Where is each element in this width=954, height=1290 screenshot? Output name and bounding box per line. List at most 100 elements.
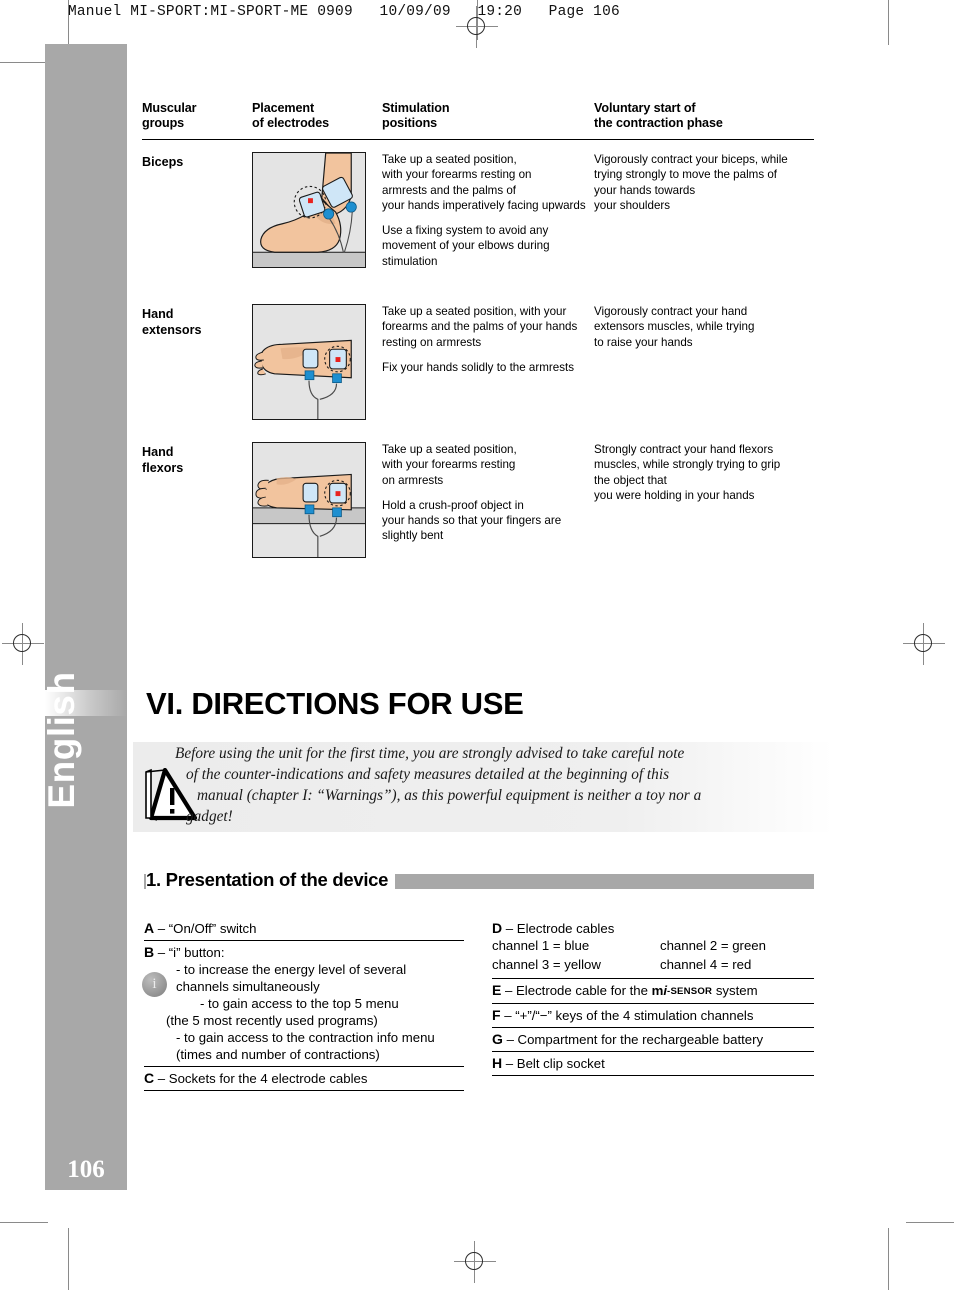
legend-item-a: A – “On/Off” switch — [144, 920, 464, 941]
legend-item-c: C – Sockets for the 4 electrode cables — [144, 1067, 464, 1091]
muscle-group-name: Biceps — [142, 155, 247, 171]
channel-3-color: channel 3 = yellow — [492, 957, 601, 972]
text-line: Take up a seated position, — [382, 443, 517, 456]
header-line: positions — [382, 115, 438, 130]
registration-mark-left — [2, 623, 44, 665]
voluntary-start-cell: Vigorously contract your hand extensors … — [594, 304, 814, 350]
table-row: Biceps Take up a seated position, with y… — [142, 149, 814, 301]
language-label: English — [41, 671, 82, 809]
warning-line: gadget! — [186, 808, 233, 825]
page-number: 106 — [67, 1156, 105, 1183]
legend-text: – Electrode cable for the — [505, 983, 652, 998]
header-line: the contraction phase — [594, 115, 723, 130]
language-side-band — [45, 44, 127, 1190]
legend-subline: - to increase the energy level of severa… — [176, 962, 407, 977]
text-line: your shoulders — [594, 198, 671, 212]
text-line: muscles, while strongly trying to grip — [594, 458, 781, 472]
text-line: Take up a seated position, with your — [382, 305, 567, 318]
hand-flexors-electrode-placement-illustration — [252, 442, 366, 558]
paragraph: Strongly contract your hand flexors musc… — [594, 442, 814, 503]
text-line: the object that — [594, 473, 667, 487]
info-button-icon — [142, 972, 167, 997]
legend-subline: channels simultaneously — [176, 979, 320, 994]
legend-text: – Sockets for the 4 electrode cables — [157, 1071, 368, 1086]
legend-text: system — [712, 983, 758, 998]
text-line: your hands imperatively facing upwards — [382, 198, 586, 212]
table-row: Hand flexors Take up a seated position, … — [142, 439, 814, 569]
text-line: your hands so that your fingers are — [382, 514, 562, 528]
table-row: Hand extensors Take up a seated position… — [142, 301, 814, 439]
legend-letter: H — [492, 1055, 503, 1071]
registration-mark-bottom — [454, 1241, 496, 1283]
mi-sensor-brand: mi-SENSOR — [652, 983, 713, 998]
group-line: Biceps — [142, 155, 184, 169]
legend-subline: - to gain access to the contraction info… — [176, 1030, 435, 1045]
crop-line-right-lower-vertical — [888, 1228, 890, 1290]
text-line: movement of your elbows during — [382, 239, 550, 253]
legend-subline: - to gain access to the top 5 menu — [200, 996, 399, 1011]
paragraph: Use a fixing system to avoid any movemen… — [382, 223, 600, 269]
header-line: of electrodes — [252, 115, 330, 130]
group-line: extensors — [142, 322, 202, 337]
crop-line-right-lower-horizontal — [906, 1222, 954, 1224]
legend-letter: D — [492, 920, 503, 936]
voluntary-start-cell: Strongly contract your hand flexors musc… — [594, 442, 814, 503]
page-canvas: Manuel MI-SPORT:MI-SPORT-ME 0909 10/09/0… — [0, 0, 954, 1290]
legend-item-b-details: - to increase the energy level of severa… — [144, 961, 464, 1063]
channel-1-color: channel 1 = blue — [492, 938, 590, 953]
printer-slug-line: Manuel MI-SPORT:MI-SPORT-ME 0909 10/09/0… — [68, 4, 620, 20]
paragraph: Take up a seated position, with your for… — [382, 304, 600, 350]
muscle-group-name: Hand flexors — [142, 445, 247, 476]
paragraph: Vigorously contract your hand extensors … — [594, 304, 814, 350]
text-line: trying strongly to move the palms of — [594, 168, 778, 182]
crop-line-left-lower-horizontal — [0, 1222, 48, 1224]
header-line: Muscular — [142, 101, 197, 115]
legend-letter: G — [492, 1031, 503, 1047]
group-line: Hand — [142, 445, 174, 459]
table-header-voluntary-start: Voluntary start of the contraction phase — [594, 101, 723, 130]
device-legend-left-column: A – “On/Off” switch B – “i” button: - to… — [142, 920, 464, 1091]
warning-line: of the counter-indications and safety me… — [186, 766, 670, 783]
text-line: on armrests — [382, 473, 444, 487]
channel-2-color: channel 2 = green — [660, 938, 766, 953]
hand-extensors-electrode-placement-illustration — [252, 304, 366, 420]
text-line: Take up a seated position, — [382, 153, 517, 166]
legend-item-f: F – “+”/“−” keys of the 4 stimulation ch… — [492, 1004, 814, 1028]
electrode-placement-table: Muscular groups Placement of electrodes … — [142, 101, 814, 569]
header-line: Stimulation — [382, 101, 450, 115]
muscle-group-name: Hand extensors — [142, 307, 247, 338]
text-line: you were holding in your hands — [594, 488, 755, 502]
header-line: groups — [142, 115, 185, 130]
warning-line: Before using the unit for the first time… — [175, 745, 685, 762]
paragraph: Fix your hands solidly to the armrests — [382, 360, 600, 375]
legend-item-d: D – Electrode cables channel 1 = blue ch… — [492, 920, 814, 979]
legend-text: – “i” button: — [157, 945, 225, 960]
paragraph: Take up a seated position, with your for… — [382, 152, 600, 213]
stimulation-positions-cell: Take up a seated position, with your for… — [382, 152, 600, 269]
text-line: Use a fixing system to avoid any — [382, 224, 549, 238]
header-line: Voluntary start of — [594, 101, 696, 115]
paragraph: Vigorously contract your biceps, while t… — [594, 152, 814, 213]
brand-sensor: -SENSOR — [667, 986, 713, 997]
paragraph: Hold a crush-proof object in your hands … — [382, 498, 600, 544]
legend-letter: F — [492, 1007, 501, 1023]
legend-letter: E — [492, 982, 502, 998]
legend-item-h: H – Belt clip socket — [492, 1052, 814, 1076]
text-line: your hands towards — [594, 183, 696, 197]
legend-letter: A — [144, 920, 155, 936]
legend-letter: C — [144, 1070, 155, 1086]
legend-subline: (the 5 most recently used programs) — [166, 1013, 378, 1028]
section-heading: 1. Presentation of the device — [146, 869, 396, 891]
text-line: Vigorously contract your hand — [594, 305, 748, 318]
text-line: slightly bent — [382, 529, 444, 543]
crop-line-top-right-vertical — [888, 0, 890, 45]
warning-text: Before using the unit for the first time… — [175, 743, 823, 827]
text-line: Strongly contract your hand flexors — [594, 443, 774, 456]
legend-text: – Compartment for the rechargeable batte… — [506, 1032, 764, 1047]
legend-letter: B — [144, 944, 155, 960]
text-line: Fix your hands solidly to the armrests — [382, 360, 575, 374]
legend-item-e: E – Electrode cable for the mi-SENSOR sy… — [492, 979, 814, 1004]
table-header-stimulation-positions: Stimulation positions — [382, 101, 450, 130]
text-line: to raise your hands — [594, 335, 693, 349]
stimulation-positions-cell: Take up a seated position, with your for… — [382, 442, 600, 544]
